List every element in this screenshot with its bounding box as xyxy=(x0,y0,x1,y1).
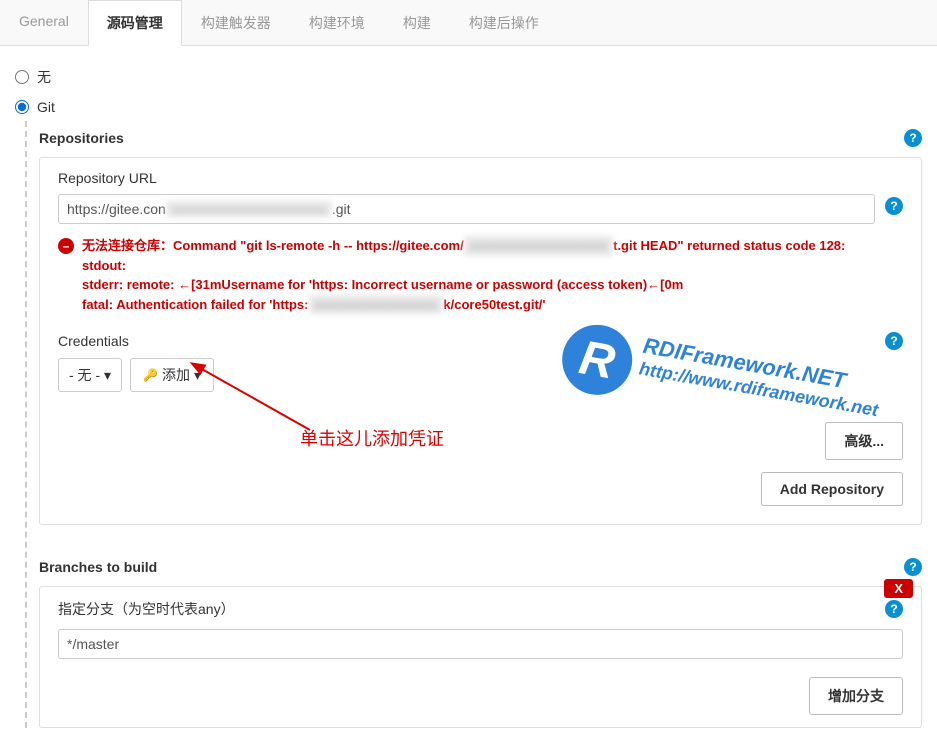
key-icon: 🔑 xyxy=(143,368,158,382)
help-icon[interactable]: ? xyxy=(904,558,922,576)
radio-git-label: Git xyxy=(37,99,55,115)
branch-specifier-row: 指定分支（为空时代表any） ? xyxy=(58,599,903,619)
add-credentials-button[interactable]: 🔑 添加 ▾ xyxy=(130,358,214,392)
repo-buttons: 高级... Add Repository xyxy=(58,422,903,506)
tab-general[interactable]: General xyxy=(0,0,88,45)
repositories-title: Repositories xyxy=(39,130,124,146)
tab-scm[interactable]: 源码管理 xyxy=(88,0,182,46)
chevron-down-icon: ▾ xyxy=(104,367,111,383)
remove-branch-button[interactable]: X xyxy=(884,579,913,598)
error-icon: – xyxy=(58,238,74,254)
repo-url-input[interactable]: https://gitee.conxxxxxxxxxxxxxxxxxxxxxx.… xyxy=(58,194,875,224)
repository-box: Repository URL https://gitee.conxxxxxxxx… xyxy=(39,157,922,525)
radio-none[interactable] xyxy=(15,70,29,84)
credentials-select[interactable]: - 无 - ▾ xyxy=(58,358,122,392)
error-block: – 无法连接仓库：Command "git ls-remote -h -- ht… xyxy=(58,236,903,314)
add-branch-button[interactable]: 增加分支 xyxy=(809,677,903,715)
help-icon[interactable]: ? xyxy=(885,197,903,215)
tab-postbuild[interactable]: 构建后操作 xyxy=(450,0,558,45)
tab-environment[interactable]: 构建环境 xyxy=(290,0,384,45)
credentials-controls: - 无 - ▾ 🔑 添加 ▾ xyxy=(58,358,903,392)
radio-none-label: 无 xyxy=(37,67,51,87)
repo-url-input-wrap: https://gitee.conxxxxxxxxxxxxxxxxxxxxxx.… xyxy=(58,194,875,224)
scm-option-none[interactable]: 无 xyxy=(15,61,922,93)
advanced-button[interactable]: 高级... xyxy=(825,422,903,460)
repo-url-label: Repository URL xyxy=(58,170,903,186)
branch-specifier-label: 指定分支（为空时代表any） xyxy=(58,599,235,619)
scm-option-git[interactable]: Git xyxy=(15,93,922,121)
error-text: 无法连接仓库：Command "git ls-remote -h -- http… xyxy=(82,236,845,314)
branches-section: Branches to build ? X 指定分支（为空时代表any） ? 增… xyxy=(39,550,922,728)
chevron-down-icon: ▾ xyxy=(194,367,201,384)
tab-build[interactable]: 构建 xyxy=(384,0,450,45)
help-icon[interactable]: ? xyxy=(885,332,903,350)
branch-buttons: 增加分支 xyxy=(58,677,903,715)
branch-box: X 指定分支（为空时代表any） ? 增加分支 xyxy=(39,586,922,728)
config-tabs: General 源码管理 构建触发器 构建环境 构建 构建后操作 xyxy=(0,0,937,46)
help-icon[interactable]: ? xyxy=(904,129,922,147)
branch-specifier-input[interactable] xyxy=(58,629,903,659)
tab-triggers[interactable]: 构建触发器 xyxy=(182,0,290,45)
branches-header: Branches to build ? xyxy=(39,550,922,586)
credentials-label: Credentials xyxy=(58,333,129,349)
repositories-header: Repositories ? xyxy=(39,121,922,157)
radio-git[interactable] xyxy=(15,100,29,114)
branches-title: Branches to build xyxy=(39,559,157,575)
credentials-row: Credentials ? xyxy=(58,332,903,350)
add-repository-button[interactable]: Add Repository xyxy=(761,472,903,506)
help-icon[interactable]: ? xyxy=(885,600,903,618)
